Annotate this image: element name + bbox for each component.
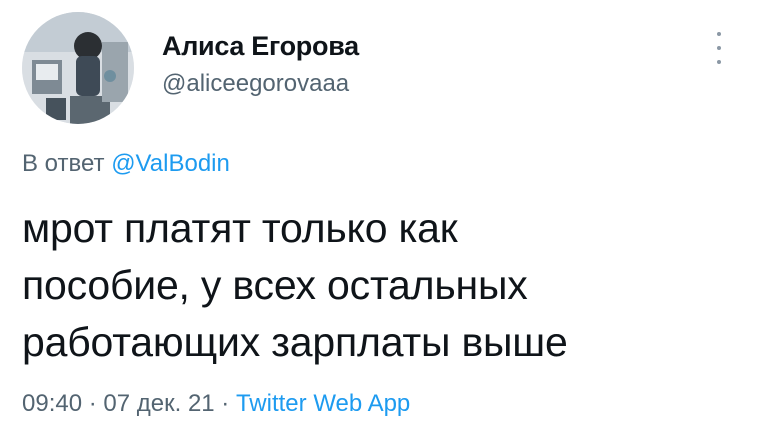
tweet-date[interactable]: 07 дек. 21 [103,390,214,417]
avatar[interactable] [22,12,134,124]
more-options-icon-dot [717,60,721,64]
avatar-illustration-icon [22,12,134,124]
reply-mention-link[interactable]: @ValBodin [111,150,230,177]
tweet-text-line: мрот платят только как [22,205,458,251]
client-link[interactable]: Twitter Web App [236,390,410,417]
tweet-meta: 09:40 · 07 дек. 21 · Twitter Web App [22,390,410,418]
user-handle[interactable]: @aliceegorovaaa [162,70,359,98]
more-options-button[interactable] [712,32,726,64]
tweet-card: Алиса Егорова @aliceegorovaaa В ответ @V… [0,0,760,437]
meta-separator: · [82,390,104,417]
meta-separator: · [214,390,236,417]
tweet-text-line: работающих зарплаты выше [22,319,568,365]
display-name[interactable]: Алиса Егорова [162,30,359,62]
reply-prefix: В ответ [22,150,105,177]
author-block: Алиса Егорова @aliceegorovaaa [162,30,359,98]
tweet-text-line: пособие, у всех остальных [22,262,528,308]
more-options-icon-dot [717,46,721,50]
more-options-icon [717,32,721,36]
tweet-time[interactable]: 09:40 [22,390,82,417]
reply-context: В ответ @ValBodin [22,150,230,178]
tweet-text: мрот платят только как пособие, у всех о… [22,200,742,371]
